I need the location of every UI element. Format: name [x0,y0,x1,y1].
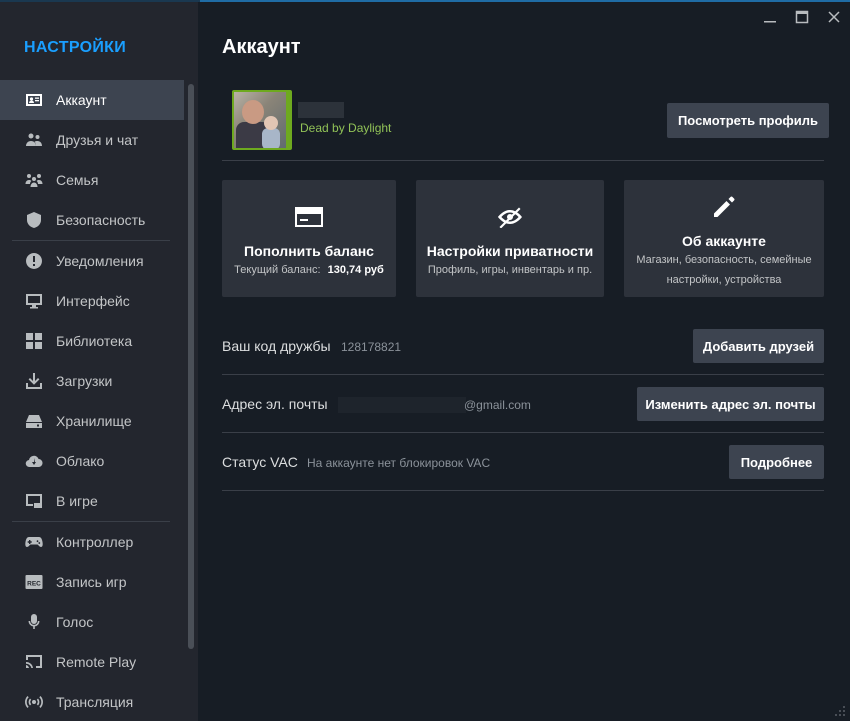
email-redacted [338,397,466,413]
storage-icon [24,411,44,431]
sidebar-item-label: Безопасность [56,212,146,228]
vac-details-button[interactable]: Подробнее [729,445,824,479]
cast-icon [24,652,44,672]
game-status: Dead by Daylight [300,121,392,135]
add-funds-title: Пополнить баланс [244,243,374,259]
sidebar-item-label: Хранилище [56,413,132,429]
about-title: Об аккаунте [682,233,766,249]
sidebar-item-label: Библиотека [56,333,133,349]
friend-code-value: 128178821 [341,340,402,354]
sidebar-item-label: Загрузки [56,373,113,389]
grid-icon [24,331,44,351]
sidebar-item-label: Голос [56,614,94,630]
sidebar-item-cloud[interactable]: Облако [0,441,184,481]
sidebar-item-label: Семья [56,172,99,188]
sidebar-item-label: Трансляция [56,694,134,710]
sidebar-item-storage[interactable]: Хранилище [0,401,184,441]
settings-sidebar: НАСТРОЙКИ Аккаунт Друзья и чат Семья Без… [0,2,198,721]
about-subtitle-line1: Магазин, безопасность, семейные [636,254,812,266]
ingame-icon [24,491,44,511]
broadcast-icon [24,692,44,712]
cloud-icon [24,451,44,471]
sidebar-item-label: Контроллер [56,534,134,550]
eye-slash-icon [416,206,604,228]
change-email-button[interactable]: Изменить адрес эл. почты [637,387,824,421]
friend-code-row: Ваш код дружбы 128178821 Добавить друзей [222,317,824,375]
sidebar-item-account[interactable]: Аккаунт [0,80,184,120]
sidebar-item-label: В игре [56,493,98,509]
about-account-card[interactable]: Об аккаунте Магазин, безопасность, семей… [624,180,824,297]
gamepad-icon [24,532,44,552]
download-icon [24,371,44,391]
credit-card-icon [222,206,396,228]
sidebar-item-label: Друзья и чат [56,132,139,148]
main-panel: Аккаунт Dead by Daylight Посмотреть проф… [198,2,850,721]
shield-icon [24,210,44,230]
monitor-icon [24,291,44,311]
sidebar-item-voice[interactable]: Голос [0,602,184,642]
vac-status-row: Статус VAC На аккаунте нет блокировок VA… [222,433,824,491]
rec-icon: REC [24,572,44,592]
sidebar-item-in-game[interactable]: В игре [0,481,184,521]
profile-row: Dead by Daylight Посмотреть профиль [222,86,829,161]
sidebar-item-broadcast[interactable]: Трансляция [0,682,184,721]
add-funds-card[interactable]: Пополнить баланс Текущий баланс: 130,74 … [222,180,396,297]
balance-value: 130,74 руб [327,264,384,276]
sidebar-item-label: Remote Play [56,654,137,670]
sidebar-item-friends-chat[interactable]: Друзья и чат [0,120,184,160]
sidebar-item-library[interactable]: Библиотека [0,321,184,361]
sidebar-item-downloads[interactable]: Загрузки [0,361,184,401]
sidebar-item-remote-play[interactable]: Remote Play [0,642,184,682]
sidebar-nav: Аккаунт Друзья и чат Семья Безопасность … [0,80,184,721]
sidebar-item-label: Запись игр [56,574,127,590]
sidebar-item-interface[interactable]: Интерфейс [0,281,184,321]
friend-code-label: Ваш код дружбы [222,338,331,354]
sidebar-scrollbar[interactable] [188,84,194,649]
privacy-settings-card[interactable]: Настройки приватности Профиль, игры, инв… [416,180,604,297]
email-row: Адрес эл. почты @gmail.com Изменить адре… [222,375,824,433]
vac-value: На аккаунте нет блокировок VAC [307,456,491,470]
friends-icon [24,130,44,150]
svg-text:REC: REC [27,581,41,588]
sidebar-item-notifications[interactable]: Уведомления [0,241,184,281]
sidebar-title: НАСТРОЙКИ [24,39,127,56]
pencil-icon [624,194,824,220]
balance-label: Текущий баланс: [234,264,321,276]
sidebar-item-security[interactable]: Безопасность [0,200,184,240]
sidebar-item-label: Аккаунт [56,92,107,108]
account-card-icon [24,90,44,110]
sidebar-item-label: Уведомления [56,253,144,269]
add-friends-button[interactable]: Добавить друзей [693,329,824,363]
microphone-icon [24,612,44,632]
sidebar-item-family[interactable]: Семья [0,160,184,200]
sidebar-item-label: Облако [56,453,105,469]
email-value: @gmail.com [464,398,531,412]
sidebar-item-game-recording[interactable]: REC Запись игр [0,562,184,602]
email-label: Адрес эл. почты [222,396,328,412]
sidebar-item-controller[interactable]: Контроллер [0,522,184,562]
about-subtitle-line2: настройки, устройства [666,274,782,286]
vac-label: Статус VAC [222,454,298,470]
resize-grip-icon[interactable] [834,705,846,717]
privacy-title: Настройки приватности [426,243,594,259]
sidebar-item-label: Интерфейс [56,293,130,309]
avatar[interactable] [232,90,292,150]
family-icon [24,170,44,190]
alert-icon [24,251,44,271]
username-redacted [298,102,344,118]
privacy-subtitle: Профиль, игры, инвентарь и пр. [427,264,593,276]
balance-line: Текущий баланс: 130,74 руб [222,260,396,280]
view-profile-button[interactable]: Посмотреть профиль [667,103,829,138]
page-title: Аккаунт [222,36,301,58]
